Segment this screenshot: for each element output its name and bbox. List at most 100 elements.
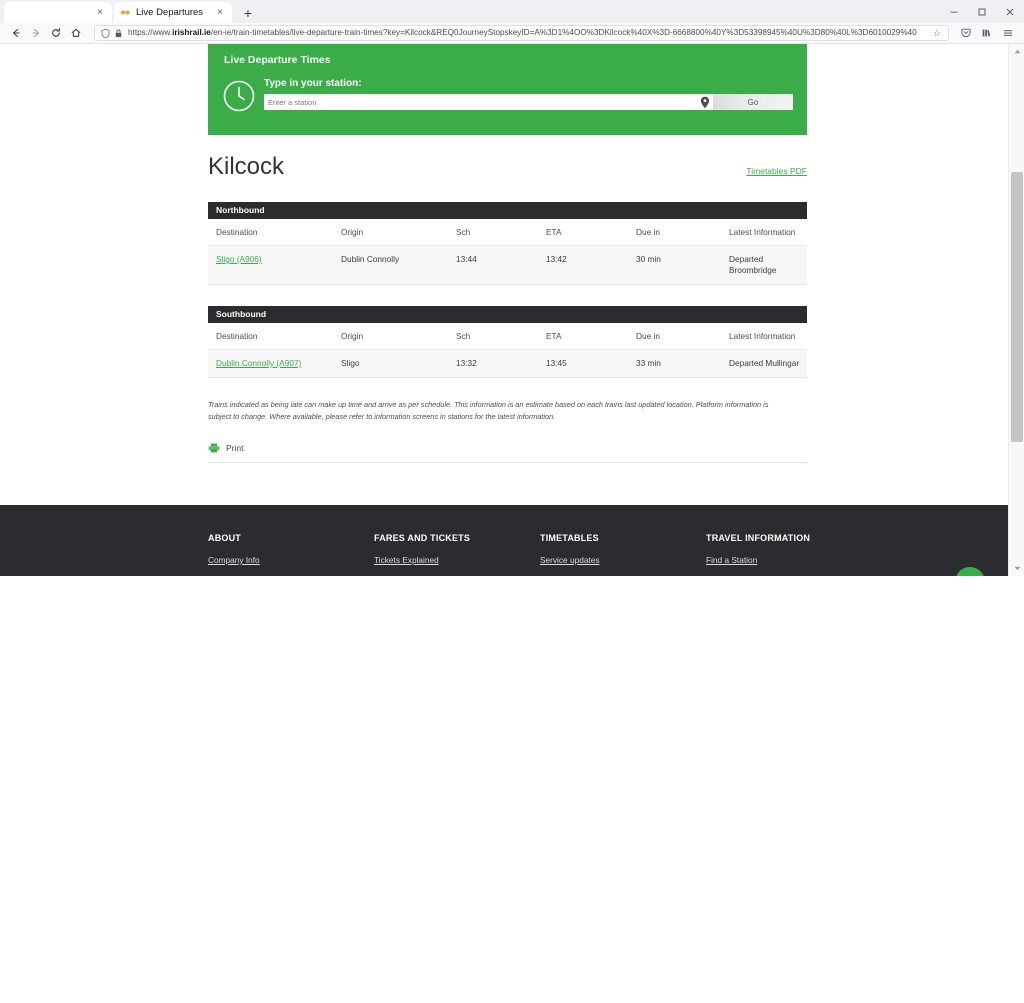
destination-link[interactable]: Sligo (A906)	[216, 254, 262, 264]
tab-close-icon-2[interactable]: ×	[214, 7, 226, 19]
cell-origin: Sligo	[333, 349, 448, 378]
browser-tab-2[interactable]: Live Departures ×	[114, 2, 232, 23]
footer-column-timetables: TIMETABLES Service updates Live DART Map…	[540, 533, 706, 576]
back-arrow-icon[interactable]	[6, 24, 26, 42]
library-icon[interactable]	[976, 24, 997, 42]
footer-title-fares-and-tickets: FARES AND TICKETS	[374, 533, 471, 543]
address-bar-url: https://www.irishrail.ie/en-ie/train-tim…	[128, 28, 917, 37]
footer-link-tickets-explained[interactable]: Tickets Explained	[374, 555, 540, 565]
browser-tab-1[interactable]: ×	[4, 2, 112, 23]
tab-strip: × Live Departures × +	[0, 0, 1024, 23]
tracking-protection-shield-icon[interactable]	[99, 27, 112, 40]
cell-latest-information: Departed Mullingar	[721, 349, 807, 378]
toolbar-icons	[955, 24, 1018, 42]
station-search-input[interactable]	[264, 94, 697, 110]
col-header-destination: Destination	[208, 323, 333, 350]
new-tab-button[interactable]: +	[238, 3, 258, 23]
table-head-northbound: Destination Origin Sch ETA Due in Latest…	[208, 219, 807, 246]
station-header-row: Kilcock Timetables PDF	[208, 154, 807, 180]
scrollbar-up-arrow-icon[interactable]	[1009, 44, 1024, 59]
reload-icon[interactable]	[46, 24, 66, 42]
live-departure-search-panel: Live Departure Times Type in your statio…	[208, 44, 807, 135]
back-to-top-button[interactable]: Top	[955, 567, 985, 576]
table-body-northbound: Sligo (A906) Dublin Connolly 13:44 13:42…	[208, 245, 807, 285]
minimize-button[interactable]	[940, 0, 968, 23]
col-header-eta: ETA	[538, 323, 628, 350]
irish-rail-favicon-icon	[120, 7, 131, 18]
address-bar[interactable]: https://www.irishrail.ie/en-ie/train-tim…	[94, 25, 949, 41]
scrollbar-thumb[interactable]	[1011, 172, 1023, 442]
site-footer: ABOUT Company Info Network Statement Saf…	[0, 505, 1008, 576]
footer-column-travel-information: TRAVEL INFORMATION Find a Station Route …	[706, 533, 872, 576]
departures-table-northbound: Destination Origin Sch ETA Due in Latest…	[208, 219, 807, 285]
timetables-pdf-link[interactable]: Timetables PDF	[746, 166, 807, 176]
pocket-icon[interactable]	[955, 24, 976, 42]
maximize-button[interactable]	[968, 0, 996, 23]
table-row: Sligo (A906) Dublin Connolly 13:44 13:42…	[208, 245, 807, 285]
destination-link[interactable]: Dublin Connolly (A907)	[216, 358, 301, 368]
search-label: Type in your station:	[264, 78, 362, 89]
home-icon[interactable]	[66, 24, 86, 42]
below-viewport-area	[0, 576, 1024, 1003]
print-row[interactable]: Print	[208, 443, 807, 463]
cell-eta: 13:42	[538, 245, 628, 285]
main-content: Kilcock Timetables PDF Northbound Destin…	[208, 154, 807, 463]
page-viewport: Live Departure Times Type in your statio…	[0, 44, 1024, 576]
section-header-northbound: Northbound	[208, 202, 807, 219]
printer-icon	[208, 443, 220, 453]
star-icon[interactable]: ☆	[930, 28, 944, 39]
col-header-sch: Sch	[448, 219, 538, 246]
col-header-origin: Origin	[333, 323, 448, 350]
cell-latest-information: Departed Broombridge	[721, 245, 807, 285]
col-header-due-in: Due in	[628, 323, 721, 350]
col-header-due-in: Due in	[628, 219, 721, 246]
cell-destination: Dublin Connolly (A907)	[208, 349, 333, 378]
cell-due-in: 30 min	[628, 245, 721, 285]
section-header-southbound: Southbound	[208, 306, 807, 323]
col-header-latest-information: Latest Information	[721, 323, 807, 350]
cell-origin: Dublin Connolly	[333, 245, 448, 285]
page-title: Kilcock	[208, 153, 285, 180]
footer-link-service-updates[interactable]: Service updates	[540, 555, 706, 565]
table-header-row: Destination Origin Sch ETA Due in Latest…	[208, 323, 807, 350]
table-body-southbound: Dublin Connolly (A907) Sligo 13:32 13:45…	[208, 349, 807, 378]
station-search-group: Go	[264, 94, 793, 110]
tab-favicon-blank	[10, 7, 21, 18]
table-header-row: Destination Origin Sch ETA Due in Latest…	[208, 219, 807, 246]
col-header-destination: Destination	[208, 219, 333, 246]
forward-arrow-icon[interactable]	[26, 24, 46, 42]
tab-close-icon-1[interactable]: ×	[94, 7, 106, 19]
footer-columns: ABOUT Company Info Network Statement Saf…	[208, 533, 888, 576]
footer-column-about: ABOUT Company Info Network Statement Saf…	[208, 533, 374, 576]
footer-link-company-info[interactable]: Company Info	[208, 555, 374, 565]
clock-icon	[222, 79, 256, 113]
cell-sch: 13:32	[448, 349, 538, 378]
departures-table-southbound: Destination Origin Sch ETA Due in Latest…	[208, 323, 807, 378]
col-header-latest-information: Latest Information	[721, 219, 807, 246]
window-controls	[940, 0, 1024, 23]
cell-due-in: 33 min	[628, 349, 721, 378]
table-head-southbound: Destination Origin Sch ETA Due in Latest…	[208, 323, 807, 350]
search-panel-title: Live Departure Times	[224, 54, 331, 66]
footer-title-travel-information: TRAVEL INFORMATION	[706, 533, 811, 543]
navigation-toolbar: https://www.irishrail.ie/en-ie/train-tim…	[0, 23, 1024, 44]
col-header-eta: ETA	[538, 219, 628, 246]
browser-window: × Live Departures × + https://www.irishr…	[0, 0, 1024, 44]
go-button[interactable]: Go	[713, 94, 793, 110]
cell-destination: Sligo (A906)	[208, 245, 333, 285]
padlock-icon[interactable]	[112, 27, 125, 40]
tab-title-2: Live Departures	[136, 7, 204, 18]
col-header-sch: Sch	[448, 323, 538, 350]
scrollbar-down-arrow-icon[interactable]	[1009, 561, 1024, 576]
page-scrollbar[interactable]	[1008, 44, 1024, 576]
footer-link-find-a-station[interactable]: Find a Station	[706, 555, 872, 565]
close-button[interactable]	[996, 0, 1024, 23]
footer-title-about: ABOUT	[208, 533, 241, 543]
location-pin-icon[interactable]	[697, 94, 713, 110]
cell-sch: 13:44	[448, 245, 538, 285]
cell-eta: 13:45	[538, 349, 628, 378]
menu-icon[interactable]	[997, 24, 1018, 42]
disclaimer-text: Trains indicated as being late can make …	[208, 400, 769, 421]
footer-title-timetables: TIMETABLES	[540, 533, 599, 543]
